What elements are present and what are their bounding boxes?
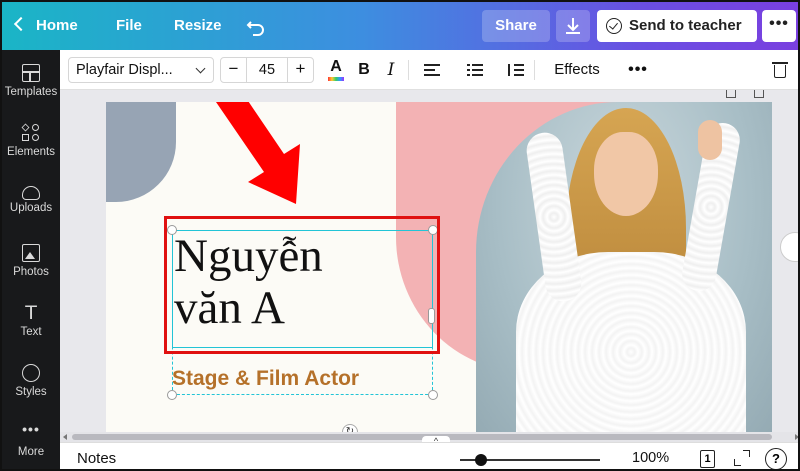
list-button[interactable] [465, 56, 485, 84]
toolbar-divider [534, 60, 535, 80]
font-size-input[interactable]: 45 [247, 58, 287, 82]
sidebar-item-elements[interactable]: Elements [2, 114, 60, 174]
canva-editor-window: Home File Resize Share Send to teacher •… [0, 0, 800, 471]
page-count-button[interactable]: 1 [700, 450, 715, 468]
send-label: Send to teacher [629, 17, 742, 34]
sidebar-item-uploads[interactable]: Uploads [2, 174, 60, 234]
sidebar-item-photos[interactable]: Photos [2, 234, 60, 294]
file-menu[interactable]: File [116, 2, 142, 50]
italic-button[interactable]: I [383, 56, 399, 84]
fullscreen-icon[interactable] [734, 450, 750, 466]
design-canvas-area: Nguyễn văn A Stage & Film Actor ↻ [60, 90, 798, 436]
align-left-icon [424, 64, 440, 76]
styles-icon [22, 364, 40, 382]
trash-can [774, 65, 786, 78]
decrease-font-size-button[interactable]: − [221, 58, 247, 82]
increase-font-size-button[interactable]: + [287, 58, 313, 82]
photo-face [594, 132, 658, 216]
notes-button[interactable]: Notes [77, 443, 116, 469]
share-button[interactable]: Share [482, 10, 550, 42]
sidebar-item-label: Elements [7, 146, 55, 158]
duplicate-page-icon[interactable] [726, 90, 736, 98]
actor-photo[interactable] [476, 102, 772, 436]
download-button[interactable] [556, 10, 590, 42]
page-actions [726, 90, 776, 100]
sidebar-item-label: Styles [15, 386, 47, 398]
sidebar-item-label: Templates [4, 86, 58, 98]
undo-button[interactable] [246, 2, 268, 50]
sidebar-item-styles[interactable]: Styles [2, 354, 60, 414]
resize-menu[interactable]: Resize [174, 2, 222, 50]
sidebar-item-label: More [17, 446, 45, 458]
chevron-left-icon [13, 16, 29, 32]
sidebar-item-label: Text [20, 326, 42, 338]
elements-icon [21, 123, 40, 142]
sidebar-item-more[interactable]: ••• More [2, 414, 60, 469]
delete-button[interactable] [770, 56, 790, 84]
scroll-right-icon[interactable] [795, 434, 798, 440]
zoom-level[interactable]: 100% [632, 443, 669, 469]
help-button[interactable]: ? [765, 448, 787, 469]
font-size-stepper: − 45 + [220, 57, 314, 83]
photos-icon [22, 244, 40, 262]
page-scroll-handle[interactable] [780, 232, 798, 262]
more-options-button[interactable]: ••• [762, 10, 796, 42]
toolbar-divider [408, 60, 409, 80]
font-family-dropdown[interactable]: Playfair Displ... [68, 57, 214, 83]
send-to-teacher-button[interactable]: Send to teacher [597, 10, 757, 42]
text-color-button[interactable]: A [326, 56, 346, 84]
text-color-icon: A [330, 58, 342, 75]
resize-handle-bottom-right[interactable] [428, 390, 438, 400]
sidebar-item-label: Photos [13, 266, 49, 278]
sidebar-item-text[interactable]: T Text [2, 294, 60, 354]
add-page-icon[interactable] [754, 90, 764, 98]
trash-icon [772, 62, 788, 64]
templates-icon [22, 64, 40, 82]
resize-handle-bottom-left[interactable] [167, 390, 177, 400]
scroll-left-icon[interactable] [63, 434, 67, 440]
align-button[interactable] [422, 56, 442, 84]
chevron-down-icon [195, 63, 206, 74]
line-spacing-icon [508, 64, 524, 76]
bottom-bar: Notes 100% 1 ? [60, 442, 798, 469]
more-icon: ••• [22, 421, 40, 437]
top-bar: Home File Resize Share Send to teacher •… [2, 2, 798, 50]
sidebar-item-label: Uploads [9, 202, 53, 214]
left-sidebar: Templates Elements Uploads Photos T Text … [2, 50, 60, 469]
toolbar-more-button[interactable]: ••• [626, 56, 650, 84]
photo-hand [698, 120, 722, 160]
bullet-list-icon [467, 64, 483, 76]
highlight-rectangle [164, 216, 440, 354]
bold-button[interactable]: B [356, 56, 372, 84]
font-name: Playfair Displ... [76, 62, 173, 78]
zoom-slider-knob[interactable] [475, 454, 487, 466]
grey-shape[interactable] [106, 102, 176, 202]
home-button[interactable]: Home [13, 2, 78, 50]
download-icon [566, 18, 580, 34]
home-label: Home [36, 17, 78, 34]
sidebar-item-templates[interactable]: Templates [2, 54, 60, 114]
design-page[interactable]: Nguyễn văn A Stage & Film Actor ↻ [106, 102, 772, 436]
red-arrow-annotation [216, 102, 300, 204]
text-toolbar: Playfair Displ... − 45 + A B I Effects •… [60, 50, 798, 90]
undo-icon [246, 21, 264, 36]
check-circle-icon [606, 18, 622, 34]
spacing-button[interactable] [506, 56, 526, 84]
color-bar [328, 77, 344, 81]
text-icon: T [25, 302, 37, 324]
uploads-icon [22, 186, 40, 200]
effects-button[interactable]: Effects [544, 56, 610, 84]
